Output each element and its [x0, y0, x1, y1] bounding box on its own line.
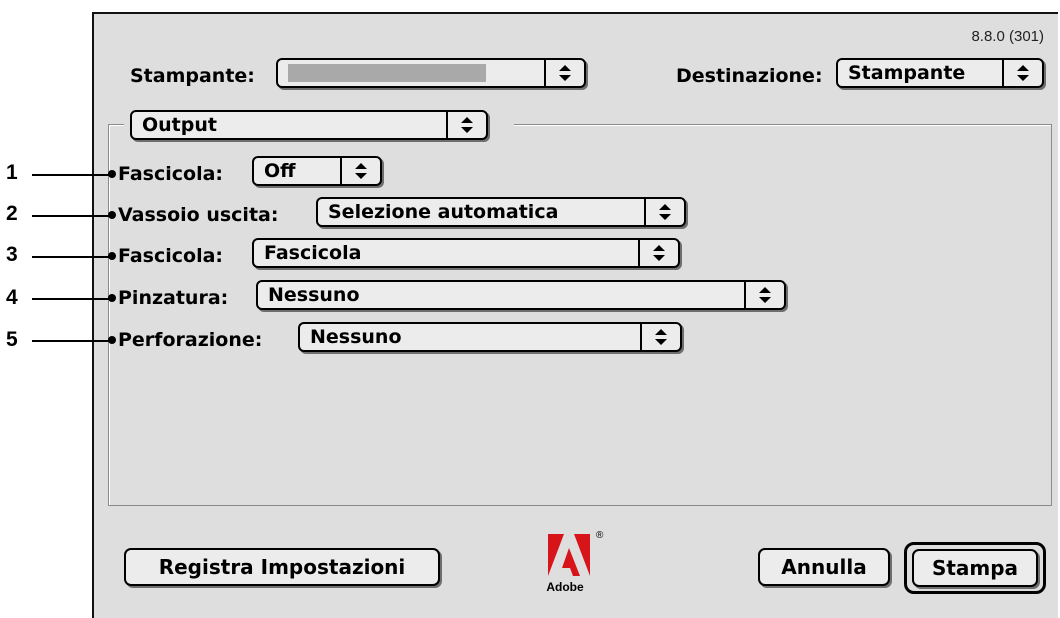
- punch-label: Perforazione:: [118, 329, 263, 351]
- callout-2: 2: [6, 202, 18, 225]
- callout-line-2: [32, 215, 114, 217]
- collate-label: Fascicola:: [118, 163, 224, 185]
- callout-dot-3: [108, 252, 116, 260]
- collate-popup[interactable]: Off: [252, 156, 382, 186]
- callout-3: 3: [6, 243, 18, 266]
- printer-value-field: [288, 64, 486, 82]
- up-down-arrows-icon: [544, 60, 584, 86]
- callout-4: 4: [6, 286, 18, 309]
- punch-value: Nessuno: [310, 326, 402, 348]
- callout-dot-5: [108, 336, 116, 344]
- callout-dot-4: [108, 294, 116, 302]
- callout-5: 5: [6, 328, 18, 351]
- callout-line-1: [32, 174, 114, 176]
- output-tray-label: Vassoio uscita:: [118, 204, 279, 226]
- callout-line-4: [32, 298, 114, 300]
- cancel-button[interactable]: Annulla: [758, 548, 890, 586]
- punch-popup[interactable]: Nessuno: [298, 322, 682, 352]
- print-button[interactable]: Stampa: [912, 549, 1038, 587]
- destination-value: Stampante: [848, 62, 966, 84]
- up-down-arrows-icon: [640, 324, 680, 350]
- stapling-value: Nessuno: [268, 284, 360, 306]
- up-down-arrows-icon: [1002, 60, 1042, 86]
- collate-mode-value: Fascicola: [264, 242, 362, 264]
- save-settings-button[interactable]: Registra Impostazioni: [124, 548, 440, 586]
- callout-1: 1: [6, 161, 18, 184]
- callout-dot-1: [108, 170, 116, 178]
- callout-line-3: [32, 256, 114, 258]
- up-down-arrows-icon: [446, 112, 486, 138]
- output-group-box: [108, 124, 1052, 506]
- stapling-popup[interactable]: Nessuno: [256, 280, 786, 310]
- output-tray-popup[interactable]: Selezione automatica: [316, 197, 686, 227]
- panel-section-popup[interactable]: Output: [130, 110, 488, 140]
- collate-mode-label: Fascicola:: [118, 245, 224, 267]
- callout-dot-2: [108, 211, 116, 219]
- printer-popup[interactable]: [276, 58, 586, 88]
- up-down-arrows-icon: [340, 158, 380, 184]
- up-down-arrows-icon: [644, 199, 684, 225]
- collate-mode-popup[interactable]: Fascicola: [252, 238, 680, 268]
- registered-mark: ®: [596, 530, 604, 541]
- stapling-label: Pinzatura:: [118, 287, 229, 309]
- printer-label: Stampante:: [130, 65, 255, 87]
- adobe-logo-text: Adobe: [546, 580, 584, 594]
- destination-popup[interactable]: Stampante: [836, 58, 1044, 88]
- callout-line-5: [32, 340, 114, 342]
- version-label: 8.8.0 (301): [971, 28, 1044, 45]
- panel-section-value: Output: [142, 114, 217, 136]
- output-tray-value: Selezione automatica: [328, 201, 559, 223]
- up-down-arrows-icon: [638, 240, 678, 266]
- up-down-arrows-icon: [744, 282, 784, 308]
- destination-label: Destinazione:: [676, 65, 823, 87]
- collate-value: Off: [264, 160, 296, 182]
